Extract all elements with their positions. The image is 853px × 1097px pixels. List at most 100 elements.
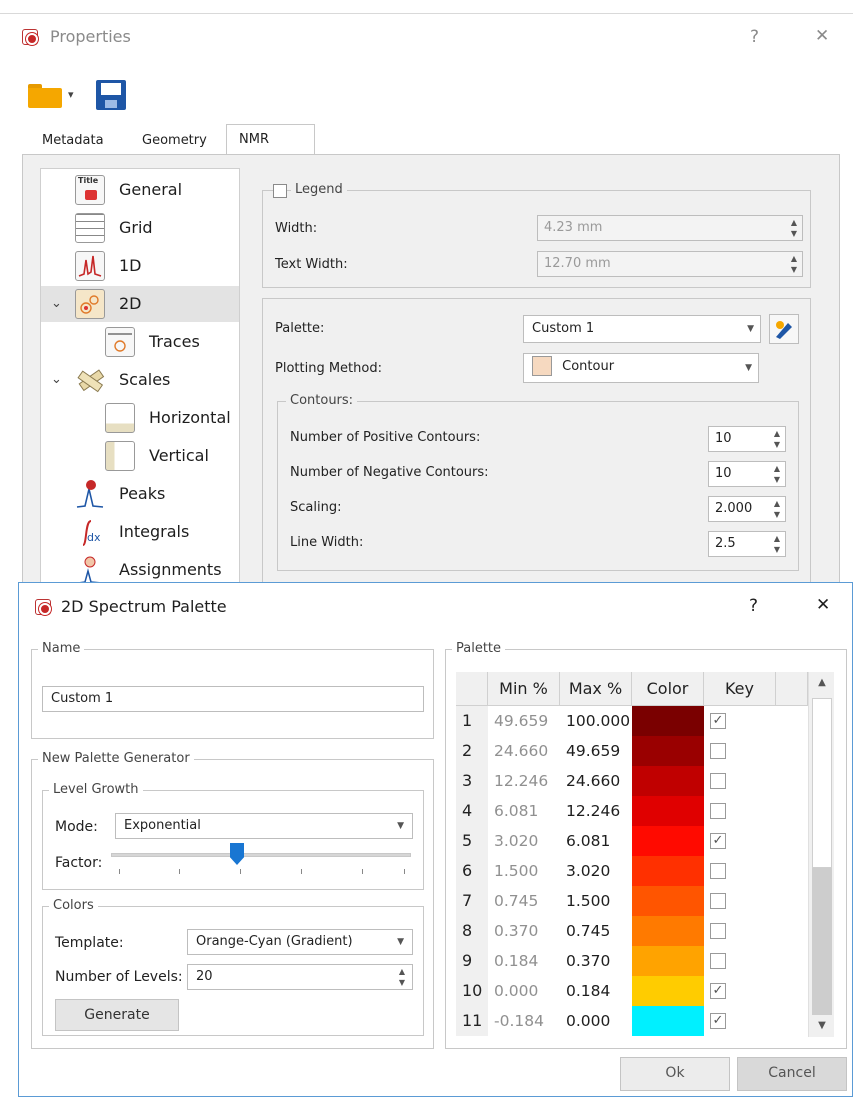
spin-arrows-icon[interactable]: ▲ ▼: [771, 428, 783, 450]
min-percent-cell[interactable]: 1.500: [488, 856, 560, 886]
min-percent-cell[interactable]: 24.660: [488, 736, 560, 766]
tab-geometry[interactable]: Geometry: [130, 126, 219, 154]
tab-metadata[interactable]: Metadata: [30, 126, 116, 154]
column-header-max[interactable]: Max %: [560, 672, 632, 706]
min-percent-cell[interactable]: 49.659: [488, 706, 560, 736]
plotting-method-combo[interactable]: Contour ▼: [523, 353, 759, 383]
scroll-up-icon[interactable]: ▲: [809, 672, 835, 694]
spin-arrows-icon[interactable]: ▲ ▼: [771, 463, 783, 485]
column-header-key[interactable]: Key: [704, 672, 776, 706]
tree-item-horizontal[interactable]: Horizontal: [41, 400, 239, 436]
min-percent-cell[interactable]: -0.184: [488, 1006, 560, 1036]
color-swatch[interactable]: [632, 946, 704, 976]
scrollbar-track[interactable]: [812, 868, 832, 1015]
cancel-button[interactable]: Cancel: [737, 1057, 847, 1091]
color-swatch[interactable]: [632, 706, 704, 736]
key-checkbox[interactable]: ✓: [710, 713, 726, 729]
tree-item-general[interactable]: Title General: [41, 172, 239, 208]
palette-table-scrollbar[interactable]: ▲ ▼: [808, 672, 834, 1037]
tree-item-traces[interactable]: Traces: [41, 324, 239, 360]
negative-contours-field[interactable]: 10 ▲ ▼: [708, 461, 786, 487]
min-percent-cell[interactable]: 0.000: [488, 976, 560, 1006]
spin-arrows-icon[interactable]: ▲ ▼: [771, 533, 783, 555]
tree-item-scales[interactable]: ⌄ Scales: [41, 362, 239, 398]
spin-arrows-icon[interactable]: ▲ ▼: [788, 217, 800, 239]
tree-item-1d[interactable]: 1D: [41, 248, 239, 284]
legend-checkbox[interactable]: [273, 184, 287, 198]
key-checkbox[interactable]: [710, 743, 726, 759]
color-swatch[interactable]: [632, 1006, 704, 1036]
key-checkbox[interactable]: [710, 803, 726, 819]
scaling-field[interactable]: 2.000 ▲ ▼: [708, 496, 786, 522]
max-percent-cell[interactable]: 12.246: [560, 796, 632, 826]
max-percent-cell[interactable]: 49.659: [560, 736, 632, 766]
tab-nmr-spectrum[interactable]: NMR Spectrum: [226, 124, 315, 177]
color-swatch[interactable]: [632, 766, 704, 796]
scrollbar-thumb[interactable]: [812, 698, 832, 868]
max-percent-cell[interactable]: 0.000: [560, 1006, 632, 1036]
chevron-down-icon[interactable]: ⌄: [51, 286, 62, 322]
spin-arrows-icon[interactable]: ▲ ▼: [788, 253, 800, 275]
min-percent-cell[interactable]: 0.184: [488, 946, 560, 976]
tree-item-grid[interactable]: Grid: [41, 210, 239, 246]
key-checkbox[interactable]: [710, 953, 726, 969]
legend-text-width-field[interactable]: 12.70 mm ▲ ▼: [537, 251, 803, 277]
max-percent-cell[interactable]: 0.184: [560, 976, 632, 1006]
key-checkbox[interactable]: [710, 863, 726, 879]
column-header-min[interactable]: Min %: [488, 672, 560, 706]
line-width-field[interactable]: 2.5 ▲ ▼: [708, 531, 786, 557]
tree-item-vertical[interactable]: Vertical: [41, 438, 239, 474]
save-icon[interactable]: [96, 80, 126, 110]
edit-palette-icon[interactable]: [769, 314, 799, 344]
max-percent-cell[interactable]: 1.500: [560, 886, 632, 916]
ok-button[interactable]: Ok: [620, 1057, 730, 1091]
levels-spinbox[interactable]: 20 ▲ ▼: [187, 964, 413, 990]
max-percent-cell[interactable]: 24.660: [560, 766, 632, 796]
key-checkbox[interactable]: [710, 893, 726, 909]
palette-name-input[interactable]: Custom 1: [42, 686, 424, 712]
min-percent-cell[interactable]: 6.081: [488, 796, 560, 826]
tree-item-peaks[interactable]: Peaks: [41, 476, 239, 512]
key-checkbox[interactable]: ✓: [710, 833, 726, 849]
max-percent-cell[interactable]: 0.370: [560, 946, 632, 976]
color-swatch[interactable]: [632, 976, 704, 1006]
template-combo[interactable]: Orange-Cyan (Gradient) ▼: [187, 929, 413, 955]
max-percent-cell[interactable]: 6.081: [560, 826, 632, 856]
min-percent-cell[interactable]: 0.370: [488, 916, 560, 946]
open-folder-icon[interactable]: [28, 84, 62, 108]
min-percent-cell[interactable]: 0.745: [488, 886, 560, 916]
palette-table[interactable]: Min % Max % Color Key 1 49.659 100.000 ✓ 2 24…: [456, 672, 808, 1037]
key-checkbox[interactable]: [710, 923, 726, 939]
max-percent-cell[interactable]: 3.020: [560, 856, 632, 886]
color-swatch[interactable]: [632, 796, 704, 826]
chevron-down-icon[interactable]: ⌄: [51, 362, 62, 398]
color-swatch[interactable]: [632, 916, 704, 946]
mode-combo[interactable]: Exponential ▼: [115, 813, 413, 839]
help-button[interactable]: ?: [750, 27, 759, 47]
legend-width-field[interactable]: 4.23 mm ▲ ▼: [537, 215, 803, 241]
max-percent-cell[interactable]: 0.745: [560, 916, 632, 946]
folder-dropdown-icon[interactable]: ▾: [68, 88, 74, 101]
min-percent-cell[interactable]: 3.020: [488, 826, 560, 856]
scroll-down-icon[interactable]: ▼: [809, 1015, 835, 1037]
factor-slider-track[interactable]: [111, 853, 411, 857]
key-checkbox[interactable]: ✓: [710, 1013, 726, 1029]
dialog-close-button[interactable]: ✕: [816, 595, 830, 615]
positive-contours-field[interactable]: 10 ▲ ▼: [708, 426, 786, 452]
color-swatch[interactable]: [632, 736, 704, 766]
generate-button[interactable]: Generate: [55, 999, 179, 1031]
close-button[interactable]: ✕: [815, 26, 829, 46]
tree-item-integrals[interactable]: dx Integrals: [41, 514, 239, 550]
key-checkbox[interactable]: [710, 773, 726, 789]
column-header-color[interactable]: Color: [632, 672, 704, 706]
spin-arrows-icon[interactable]: ▲ ▼: [396, 966, 408, 988]
tree-item-2d[interactable]: ⌄ 2D: [41, 286, 239, 322]
color-swatch[interactable]: [632, 886, 704, 916]
dialog-help-button[interactable]: ?: [749, 596, 758, 616]
min-percent-cell[interactable]: 12.246: [488, 766, 560, 796]
max-percent-cell[interactable]: 100.000: [560, 706, 632, 736]
spin-arrows-icon[interactable]: ▲ ▼: [771, 498, 783, 520]
color-swatch[interactable]: [632, 856, 704, 886]
color-swatch[interactable]: [632, 826, 704, 856]
key-checkbox[interactable]: ✓: [710, 983, 726, 999]
